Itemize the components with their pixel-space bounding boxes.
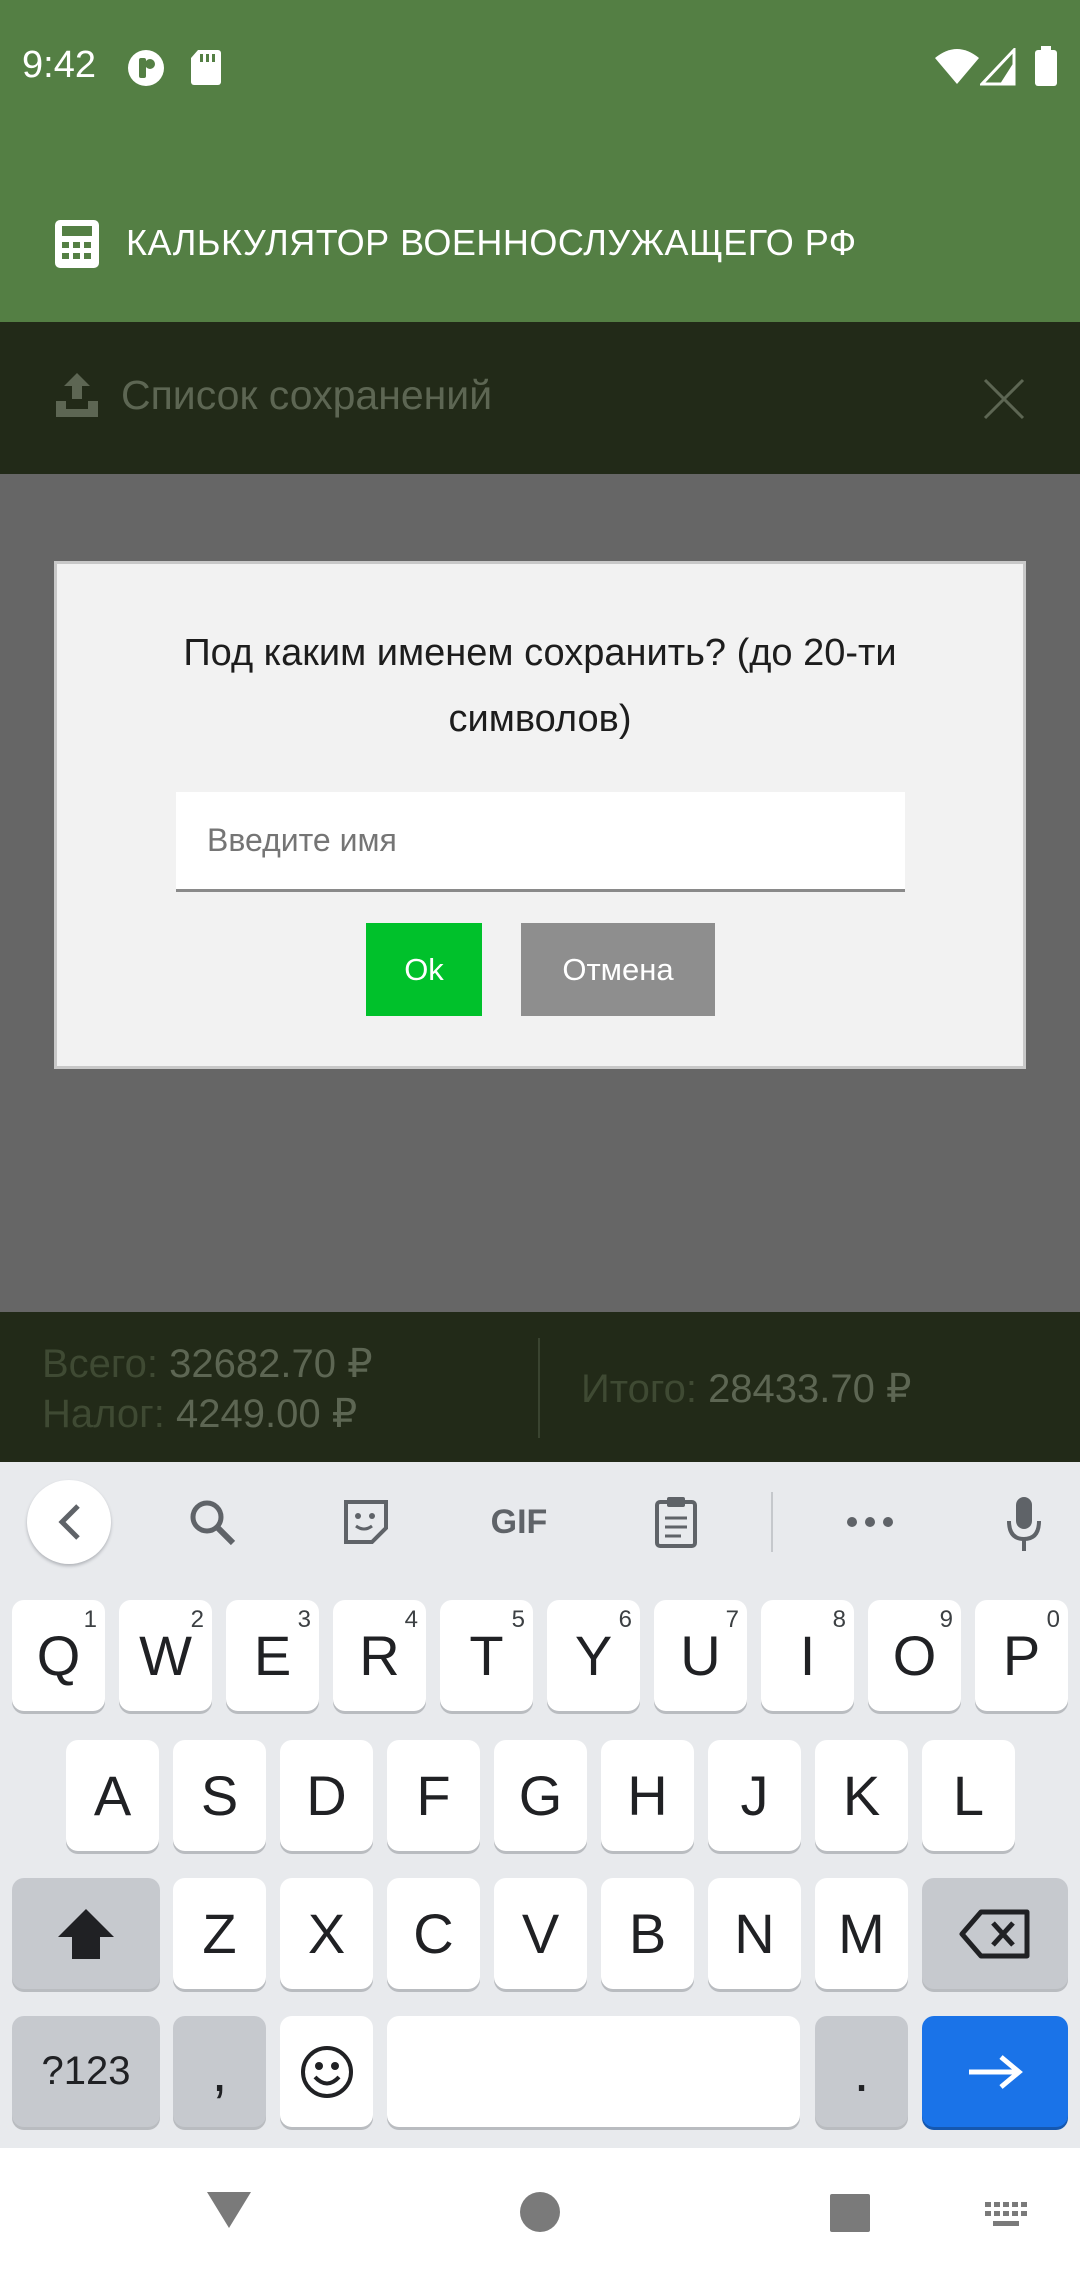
save-name-input[interactable]: [176, 792, 905, 892]
key-n[interactable]: N: [708, 1878, 801, 1989]
tax-row: Налог: 4249.00 ₽: [42, 1391, 357, 1437]
key-hint: 6: [618, 1606, 632, 1633]
key-c[interactable]: C: [387, 1878, 480, 1989]
result-row: Итого: 28433.70 ₽: [581, 1366, 911, 1412]
key-v[interactable]: V: [494, 1878, 587, 1989]
keyboard-voice-button[interactable]: [992, 1490, 1056, 1558]
key-hint: 3: [297, 1606, 311, 1633]
home-nav-icon[interactable]: [518, 2190, 562, 2234]
battery-icon: [1035, 46, 1057, 86]
status-time: 9:42: [22, 44, 96, 86]
recents-nav-icon[interactable]: [828, 2192, 872, 2234]
key-r[interactable]: R4: [333, 1600, 426, 1711]
keyboard-more-button[interactable]: [838, 1490, 902, 1554]
sticker-icon: [344, 1500, 388, 1544]
keyboard-gif-button[interactable]: GIF: [476, 1490, 562, 1554]
enter-key[interactable]: [922, 2016, 1068, 2127]
key-w[interactable]: W2: [119, 1600, 212, 1711]
upload-icon[interactable]: [54, 371, 100, 419]
comma-key[interactable]: ,: [173, 2016, 266, 2127]
keyboard-clipboard-button[interactable]: [644, 1490, 708, 1554]
key-y[interactable]: Y6: [547, 1600, 640, 1711]
total-value: 32682.70 ₽: [169, 1342, 373, 1386]
arrow-right-icon: [969, 2054, 1023, 2089]
back-nav-icon[interactable]: [205, 2190, 253, 2230]
totals-divider: [538, 1338, 540, 1438]
key-b[interactable]: B: [601, 1878, 694, 1989]
key-a[interactable]: A: [66, 1740, 159, 1851]
key-hint: 7: [725, 1606, 739, 1633]
key-hint: 4: [404, 1606, 418, 1633]
clipboard-icon: [655, 1497, 697, 1548]
key-hint: 8: [832, 1606, 846, 1633]
key-d[interactable]: D: [280, 1740, 373, 1851]
cellular-signal-icon: [980, 48, 1016, 86]
key-hint: 5: [511, 1606, 525, 1633]
saves-panel-title: Список сохранений: [121, 372, 493, 418]
key-o[interactable]: O9: [868, 1600, 961, 1711]
key-g[interactable]: G: [494, 1740, 587, 1851]
sd-card-icon: [191, 50, 221, 85]
period-key[interactable]: .: [815, 2016, 908, 2127]
dialog-message: Под каким именем сохранить? (до 20-ти си…: [183, 632, 897, 740]
key-q[interactable]: Q1: [12, 1600, 105, 1711]
key-i[interactable]: I8: [761, 1600, 854, 1711]
ok-button[interactable]: Ok: [366, 923, 482, 1016]
calculator-icon: [55, 220, 99, 268]
key-hint: 0: [1046, 1606, 1060, 1633]
tax-label: Налог:: [42, 1392, 165, 1436]
microphone-icon: [1007, 1497, 1041, 1551]
space-key[interactable]: [387, 2016, 800, 2127]
key-h[interactable]: H: [601, 1740, 694, 1851]
key-f[interactable]: F: [387, 1740, 480, 1851]
shift-key[interactable]: [12, 1878, 160, 1989]
emoji-key[interactable]: [280, 2016, 373, 2127]
key-t[interactable]: T5: [440, 1600, 533, 1711]
more-horizontal-icon: [847, 1517, 893, 1527]
shift-icon: [58, 1908, 114, 1959]
key-hint: 2: [190, 1606, 204, 1633]
search-icon: [190, 1500, 236, 1546]
keyboard-sticker-button[interactable]: [334, 1490, 398, 1554]
key-x[interactable]: X: [280, 1878, 373, 1989]
key-u[interactable]: U7: [654, 1600, 747, 1711]
key-s[interactable]: S: [173, 1740, 266, 1851]
key-m[interactable]: M: [815, 1878, 908, 1989]
key-e[interactable]: E3: [226, 1600, 319, 1711]
app-title: КАЛЬКУЛЯТОР ВОЕННОСЛУЖАЩЕГО РФ: [126, 222, 857, 263]
backspace-key[interactable]: [922, 1878, 1068, 1989]
key-hint: 1: [83, 1606, 97, 1633]
close-icon[interactable]: [983, 378, 1025, 420]
chevron-left-icon: [58, 1504, 80, 1540]
cancel-button[interactable]: Отмена: [521, 923, 715, 1016]
wifi-icon: [935, 49, 979, 84]
totals-bar: [0, 1312, 1080, 1462]
key-hint: 9: [939, 1606, 953, 1633]
key-p[interactable]: P0: [975, 1600, 1068, 1711]
total-label: Всего:: [42, 1342, 158, 1386]
key-k[interactable]: K: [815, 1740, 908, 1851]
toolbar-divider: [771, 1492, 773, 1552]
tax-value: 4249.00 ₽: [176, 1392, 358, 1436]
result-label: Итого:: [581, 1367, 697, 1411]
key-l[interactable]: L: [922, 1740, 1015, 1851]
app-notification-icon: [128, 50, 164, 86]
symbols-key[interactable]: ?123: [12, 2016, 160, 2127]
keyboard-switch-icon[interactable]: [985, 2202, 1029, 2228]
total-row: Всего: 32682.70 ₽: [42, 1341, 373, 1387]
emoji-icon: [300, 2045, 353, 2098]
keyboard-search-button[interactable]: [180, 1490, 244, 1554]
key-j[interactable]: J: [708, 1740, 801, 1851]
result-value: 28433.70 ₽: [708, 1367, 912, 1411]
backspace-icon: [959, 1909, 1030, 1958]
keyboard-back-button[interactable]: [27, 1480, 111, 1564]
key-z[interactable]: Z: [173, 1878, 266, 1989]
